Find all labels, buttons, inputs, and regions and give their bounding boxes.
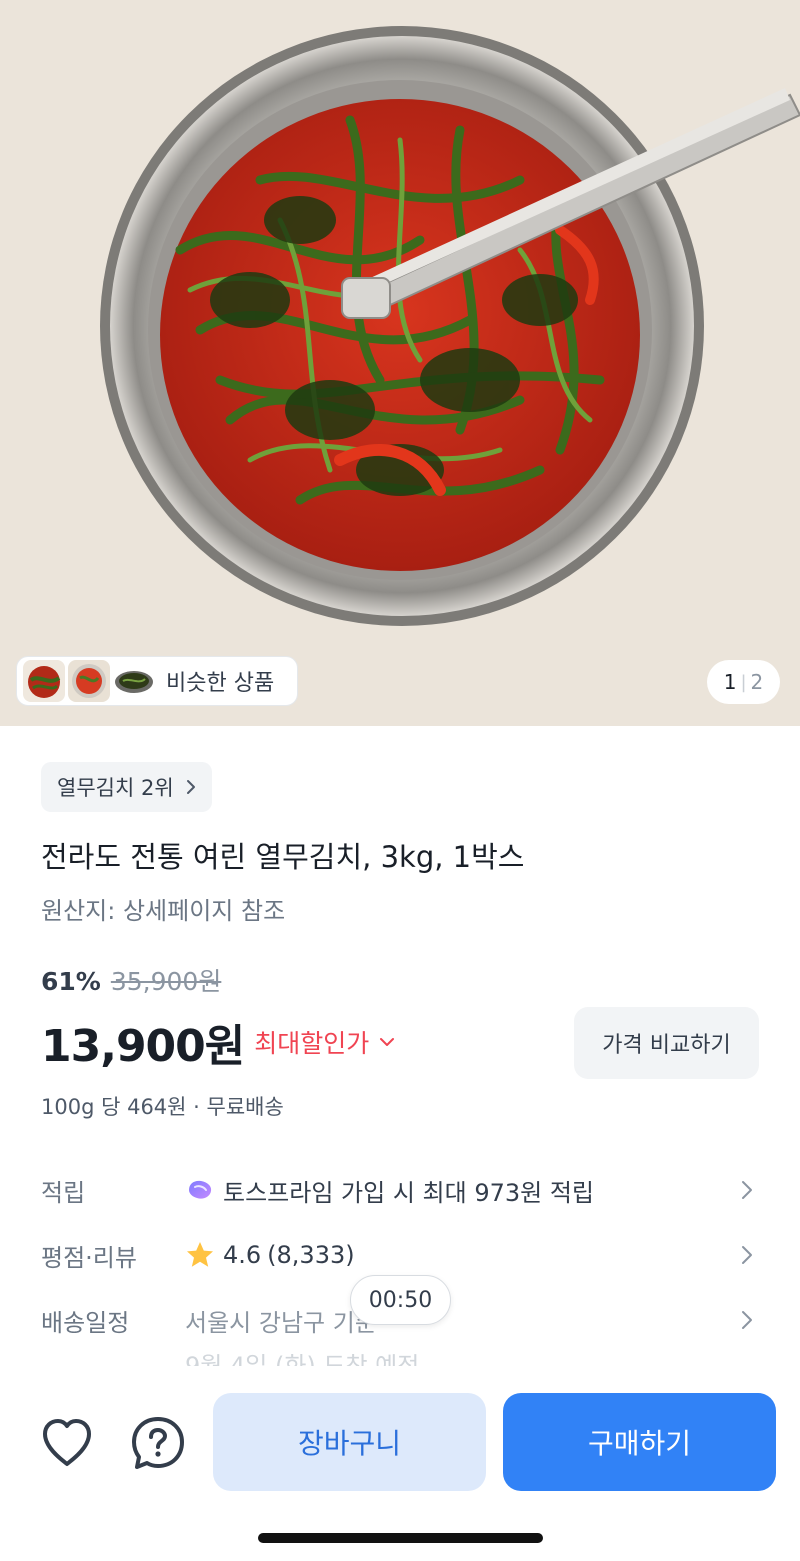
buy-now-button[interactable]: 구매하기 [503, 1393, 776, 1491]
product-title: 전라도 전통 여린 열무김치, 3kg, 1박스 [41, 840, 525, 874]
similar-thumb-3 [113, 660, 155, 702]
chevron-right-icon [186, 780, 195, 794]
original-price: 35,900원 [110, 967, 222, 996]
delivery-label: 배송일정 [41, 1308, 130, 1337]
heart-icon [43, 1419, 91, 1466]
chevron-right-icon [742, 1181, 752, 1199]
delivery-eta: 9월 4일 (화) 도착 예정 [185, 1352, 420, 1366]
ranking-label: 열무김치 2위 [57, 776, 174, 800]
similar-products-label: 비슷한 상품 [166, 671, 275, 696]
chevron-right-icon [742, 1311, 752, 1329]
page-current: 1 [723, 670, 737, 694]
product-photo [0, 0, 800, 726]
review-count: (8,333) [267, 1241, 355, 1269]
chevron-right-icon [742, 1246, 752, 1264]
toss-prime-icon [189, 1180, 212, 1199]
product-image-carousel[interactable]: 비슷한 상품 1 | 2 [0, 0, 800, 726]
max-discount-label: 최대할인가 [254, 1029, 370, 1058]
product-origin: 원산지: 상세페이지 참조 [41, 897, 286, 925]
wishlist-button[interactable] [37, 1413, 97, 1473]
points-row[interactable]: 적립 토스프라임 가입 시 최대 973원 적립 [41, 1165, 759, 1215]
page-separator: | [740, 671, 747, 693]
image-page-counter: 1 | 2 [707, 660, 780, 704]
rating-value-wrap: 4.6 (8,333) [185, 1240, 741, 1270]
points-label: 적립 [41, 1178, 86, 1207]
add-to-cart-button[interactable]: 장바구니 [213, 1393, 486, 1491]
rating-label: 평점·리뷰 [41, 1243, 137, 1272]
question-bubble-icon [132, 1417, 184, 1469]
price-row: 13,900원 최대할인가 [41, 1010, 395, 1074]
timer-badge: 00:50 [350, 1275, 451, 1325]
home-indicator [258, 1533, 543, 1543]
similar-products-chip[interactable]: 비슷한 상품 [16, 656, 298, 706]
inquiry-button[interactable] [128, 1413, 188, 1473]
rating-row[interactable]: 평점·리뷰 4.6 (8,333) [41, 1230, 759, 1280]
rating-score: 4.6 [223, 1241, 262, 1269]
unit-price-shipping: 100g 당 464원 · 무료배송 [41, 1095, 284, 1119]
delivery-location: 서울시 강남구 기준 [185, 1308, 377, 1337]
discount-row: 61% 35,900원 [41, 962, 221, 998]
points-value-wrap: 토스프라임 가입 시 최대 973원 적립 [185, 1173, 741, 1208]
chevron-down-icon [380, 1038, 395, 1046]
compare-price-button[interactable]: 가격 비교하기 [574, 1007, 759, 1079]
similar-thumb-1 [23, 660, 65, 702]
similar-thumb-2 [68, 660, 110, 702]
max-discount-toggle[interactable]: 최대할인가 [254, 1024, 395, 1060]
ranking-chip[interactable]: 열무김치 2위 [41, 762, 212, 812]
sale-price: 13,900원 [41, 1021, 245, 1072]
page-total: 2 [750, 670, 764, 694]
star-icon [187, 1242, 213, 1267]
discount-rate: 61% [41, 967, 101, 996]
points-value: 토스프라임 가입 시 최대 973원 적립 [223, 1178, 594, 1207]
